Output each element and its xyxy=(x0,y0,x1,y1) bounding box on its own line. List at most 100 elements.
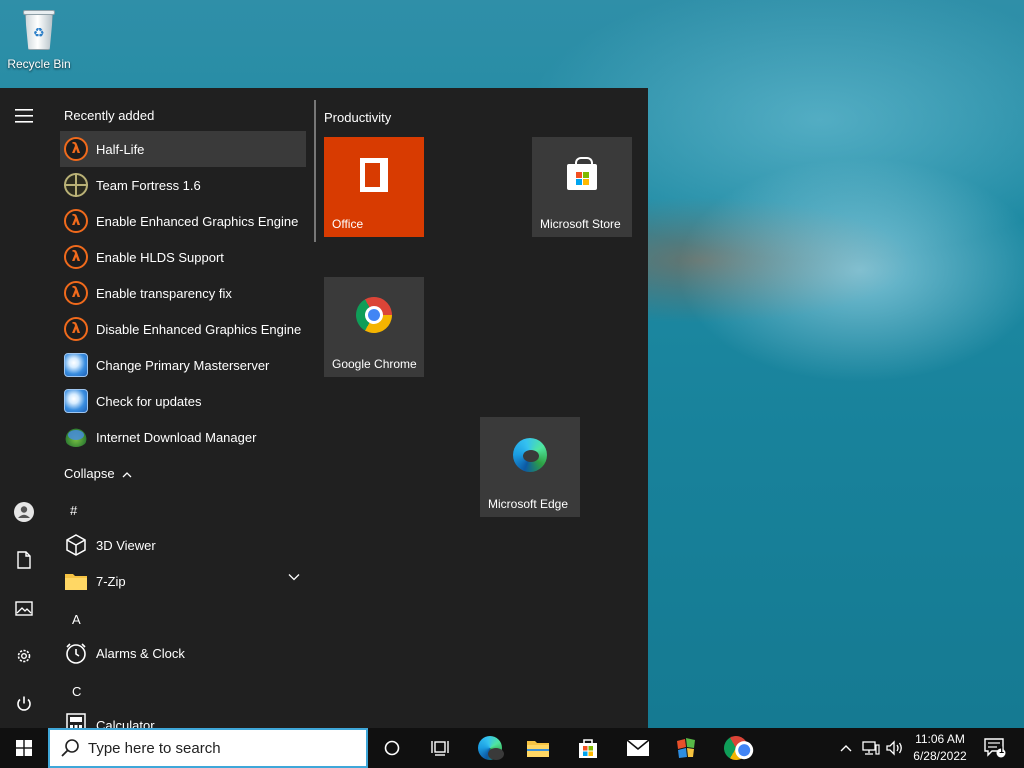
power-icon xyxy=(17,696,31,711)
team-fortress-icon xyxy=(64,173,88,197)
idm-icon xyxy=(64,427,88,447)
app-label: Enable HLDS Support xyxy=(96,249,224,265)
folder-icon xyxy=(65,574,87,590)
power-button[interactable] xyxy=(0,682,48,726)
half-life-icon: λ xyxy=(64,137,88,161)
app-label: 3D Viewer xyxy=(96,537,156,553)
taskbar-task-view-button[interactable] xyxy=(420,728,460,768)
app-label: Team Fortress 1.6 xyxy=(96,177,201,193)
app-enable-transparency-fix[interactable]: λ Enable transparency fix xyxy=(60,275,306,311)
edge-icon xyxy=(478,736,504,760)
user-account-button[interactable] xyxy=(0,490,48,534)
documents-button[interactable] xyxy=(0,538,48,582)
app-change-primary-masterserver[interactable]: Change Primary Masterserver xyxy=(60,347,306,383)
recently-added-heading: Recently added xyxy=(64,108,155,123)
half-life-icon: λ xyxy=(64,317,88,341)
app-check-for-updates[interactable]: Check for updates xyxy=(60,383,306,419)
settings-button[interactable] xyxy=(0,634,48,678)
collapse-label: Collapse xyxy=(64,466,115,481)
half-life-icon: λ xyxy=(64,245,88,269)
half-life-app-icon xyxy=(677,738,695,758)
group-letter-a[interactable]: A xyxy=(72,612,81,627)
start-menu: Recently added λ Half-Life Team Fortress… xyxy=(0,88,648,728)
app-team-fortress[interactable]: Team Fortress 1.6 xyxy=(60,167,306,203)
start-menu-expand-button[interactable] xyxy=(0,94,48,138)
notification-count-badge: 1 xyxy=(999,745,1005,755)
tray-clock[interactable]: 11:06 AM 6/28/2022 xyxy=(908,731,972,765)
collapse-button[interactable]: Collapse xyxy=(64,466,132,481)
cortana-circle-icon xyxy=(384,740,400,756)
group-letter-hash[interactable]: # xyxy=(70,503,77,518)
tray-show-hidden-icons[interactable] xyxy=(836,728,856,768)
windows-logo-icon xyxy=(16,740,32,756)
taskbar-search-box[interactable]: Type here to search xyxy=(48,728,368,768)
app-label: Disable Enhanced Graphics Engine xyxy=(96,321,302,337)
taskbar-mail-button[interactable] xyxy=(618,728,658,768)
chrome-icon xyxy=(349,289,399,340)
app-alarms-clock[interactable]: Alarms & Clock xyxy=(60,635,306,671)
app-label: Change Primary Masterserver xyxy=(96,357,270,373)
scroll-divider xyxy=(314,100,316,242)
app-label: Calculator xyxy=(96,717,155,729)
search-icon xyxy=(61,739,79,757)
start-button[interactable] xyxy=(0,728,48,768)
office-icon xyxy=(360,157,388,192)
tile-label: Microsoft Store xyxy=(540,217,621,231)
taskbar-file-explorer-button[interactable] xyxy=(518,728,558,768)
taskbar: Type here to search 11:06 AM 6/28/2022 1 xyxy=(0,728,1024,768)
app-half-life[interactable]: λ Half-Life xyxy=(60,131,306,167)
tile-microsoft-edge[interactable]: Microsoft Edge xyxy=(480,417,580,517)
app-label: Internet Download Manager xyxy=(96,429,257,445)
desktop-icon-recycle-bin[interactable]: ♻ Recycle Bin xyxy=(4,8,74,71)
app-label: Check for updates xyxy=(96,393,202,409)
alarm-clock-icon xyxy=(66,643,86,664)
recycle-bin-label: Recycle Bin xyxy=(7,57,71,71)
app-calculator[interactable]: Calculator xyxy=(60,707,306,728)
tray-network[interactable] xyxy=(860,728,882,768)
clock-date: 6/28/2022 xyxy=(913,749,967,763)
app-7-zip[interactable]: 7-Zip xyxy=(60,563,306,599)
taskbar-edge-button[interactable] xyxy=(470,728,510,768)
globe-icon xyxy=(64,353,88,377)
app-label: Enable Enhanced Graphics Engine xyxy=(96,213,299,229)
user-icon xyxy=(14,502,34,522)
document-icon xyxy=(17,551,31,569)
task-view-icon xyxy=(431,741,449,756)
search-placeholder: Type here to search xyxy=(88,739,221,757)
clock-time: 11:06 AM xyxy=(915,732,965,746)
tile-microsoft-store[interactable]: Microsoft Store xyxy=(532,137,632,237)
chrome-icon xyxy=(719,731,753,765)
tray-action-center[interactable]: 1 xyxy=(978,728,1012,768)
app-label: Enable transparency fix xyxy=(96,285,232,301)
cube-icon xyxy=(66,534,86,556)
app-3d-viewer[interactable]: 3D Viewer xyxy=(60,527,306,563)
network-icon xyxy=(862,741,880,755)
volume-icon xyxy=(886,740,902,756)
store-icon xyxy=(567,156,597,190)
taskbar-half-life-button[interactable] xyxy=(666,728,706,768)
calculator-icon xyxy=(66,713,86,728)
taskbar-chrome-button[interactable] xyxy=(716,728,756,768)
chevron-up-icon xyxy=(840,745,852,752)
recycle-bin-icon: ♻ xyxy=(21,8,57,52)
app-enable-enhanced-graphics[interactable]: λ Enable Enhanced Graphics Engine xyxy=(60,203,306,239)
app-internet-download-manager[interactable]: Internet Download Manager xyxy=(60,419,306,455)
app-disable-enhanced-graphics[interactable]: λ Disable Enhanced Graphics Engine xyxy=(60,311,306,347)
pictures-button[interactable] xyxy=(0,586,48,630)
globe-icon xyxy=(64,389,88,413)
tray-volume[interactable] xyxy=(884,728,906,768)
tile-office[interactable]: Office xyxy=(324,137,424,237)
group-letter-c[interactable]: C xyxy=(72,684,81,699)
gear-icon xyxy=(17,649,31,663)
taskbar-store-button[interactable] xyxy=(568,728,608,768)
chevron-down-icon[interactable] xyxy=(288,573,300,581)
tile-google-chrome[interactable]: Google Chrome xyxy=(324,277,424,377)
app-list[interactable]: Recently added λ Half-Life Team Fortress… xyxy=(56,88,310,728)
chevron-up-icon xyxy=(122,472,132,478)
store-icon xyxy=(579,739,597,758)
taskbar-cortana-button[interactable] xyxy=(372,728,412,768)
app-label: Half-Life xyxy=(96,141,145,157)
tile-label: Microsoft Edge xyxy=(488,497,569,511)
tiles-group-title[interactable]: Productivity xyxy=(324,110,391,125)
app-enable-hlds-support[interactable]: λ Enable HLDS Support xyxy=(60,239,306,275)
